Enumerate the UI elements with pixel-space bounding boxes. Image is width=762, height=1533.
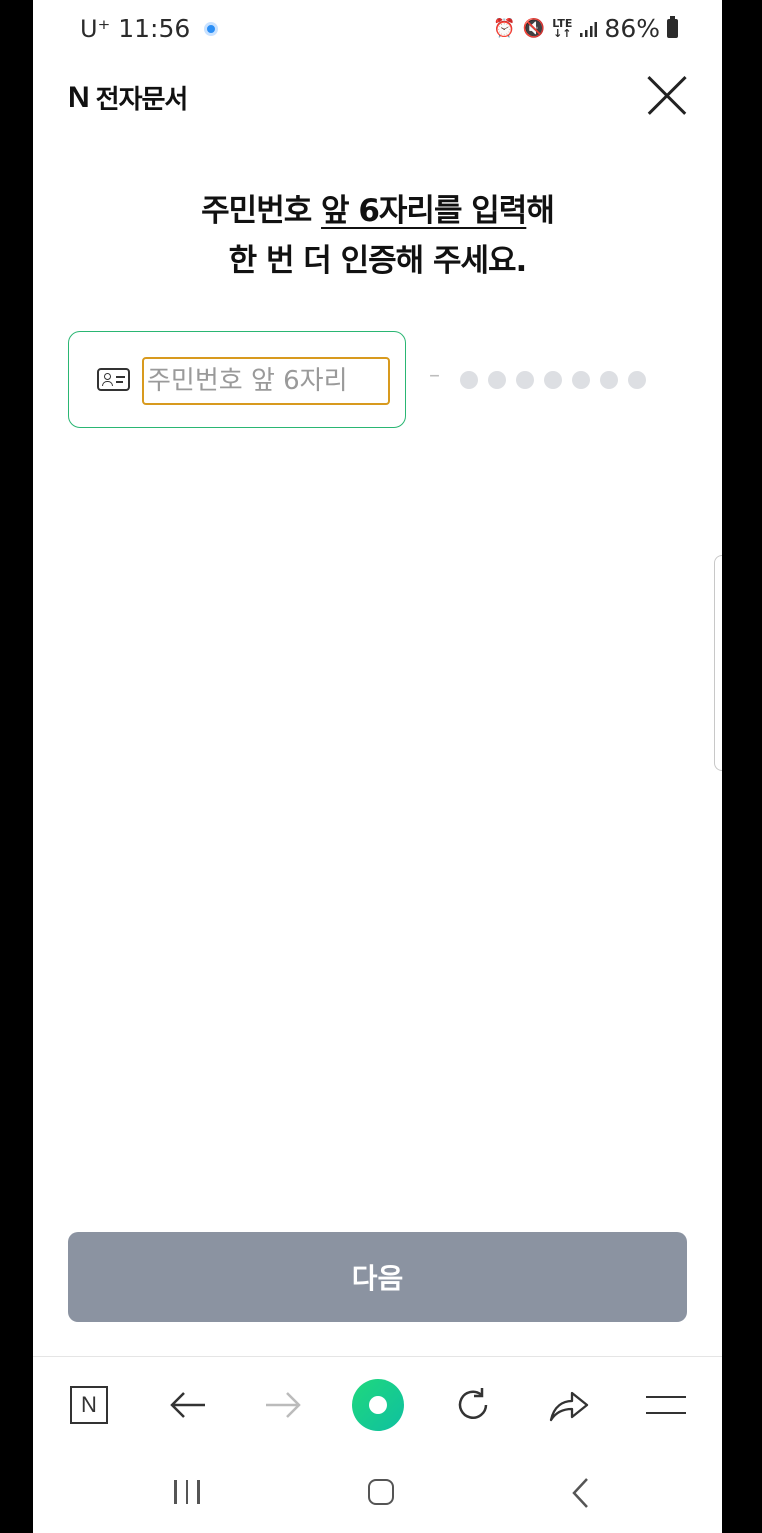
back-button[interactable] [160,1377,216,1433]
id-separator: – [429,363,440,388]
clock: 11:56 [118,14,191,43]
system-back-button[interactable] [566,1476,596,1510]
recent-apps-button[interactable] [174,1480,200,1504]
share-button[interactable] [541,1377,597,1433]
instruction-suffix: 해 [526,193,555,229]
green-dot-button[interactable] [350,1377,406,1433]
close-button[interactable] [647,75,687,115]
instruction-line-1: 주민번호 앞 6자리를 입력해 [33,186,722,236]
phone-screen: U⁺ 11:56 ⏰ 🔇 LTE ↓↑ 86% N 전자문서 주민번호 앞 6자… [33,0,722,1533]
forward-button[interactable] [255,1377,311,1433]
instruction-text: 주민번호 [201,193,322,229]
id-number-field[interactable] [68,331,406,428]
notification-dot-icon [204,21,219,36]
instruction-line-2: 한 번 더 인증해 주세요. [228,243,528,279]
app-header: N 전자문서 [33,66,722,126]
masked-digit [544,371,562,389]
masked-digit [488,371,506,389]
masked-digit [460,371,478,389]
battery-percent: 86% [604,14,660,43]
instruction-title: 주민번호 앞 6자리를 입력해 한 번 더 인증해 주세요. [33,186,722,286]
naver-menu-button[interactable]: N [61,1377,117,1433]
hamburger-icon [646,1396,686,1414]
masked-digit [516,371,534,389]
home-button[interactable] [368,1479,394,1505]
naver-n-icon: N [70,1386,108,1424]
reload-icon [458,1388,488,1419]
id-front-input[interactable] [142,357,390,405]
status-bar: U⁺ 11:56 ⏰ 🔇 LTE ↓↑ 86% [33,0,722,60]
green-dot-icon [352,1379,404,1431]
page-title: 전자문서 [95,85,189,115]
masked-digit [600,371,618,389]
reload-button[interactable] [445,1377,501,1433]
masked-digit [572,371,590,389]
share-arrow-icon [549,1391,589,1422]
system-nav-bar [33,1452,722,1533]
id-card-icon [97,368,130,391]
next-button[interactable]: 다음 [68,1232,687,1322]
lte-icon: LTE ↓↑ [552,16,573,40]
scroll-indicator[interactable] [714,555,722,771]
instruction-emphasis: 앞 6자리를 입력 [321,193,527,229]
naver-logo-icon: N [68,80,90,114]
arrow-left-icon [170,1392,205,1418]
menu-button[interactable] [638,1377,694,1433]
browser-toolbar: N [33,1356,722,1453]
logo: N 전자문서 [68,79,189,116]
status-left: U⁺ 11:56 [80,14,219,43]
battery-icon [667,16,678,38]
masked-digit [628,371,646,389]
carrier-label: U⁺ [80,14,111,43]
signal-icon [580,21,598,37]
masked-id-back [460,371,646,389]
arrow-right-icon [266,1392,301,1418]
alarm-icon: ⏰ [493,18,516,39]
status-right: ⏰ 🔇 LTE ↓↑ 86% [493,14,678,43]
mute-icon: 🔇 [522,18,546,39]
